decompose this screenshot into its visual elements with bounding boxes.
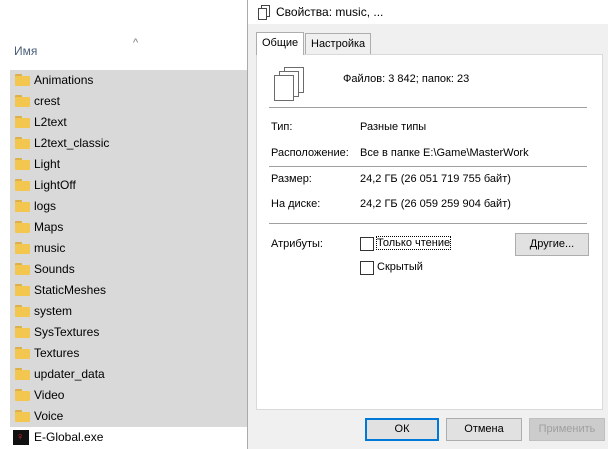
disk-size-label: На диске: [271, 198, 321, 210]
cancel-button[interactable]: Отмена [446, 418, 522, 441]
item-name: updater_data [34, 367, 105, 381]
folder-icon [15, 179, 30, 191]
tab-strip: Общие Настройка [256, 32, 601, 55]
readonly-label[interactable]: Только чтение [375, 236, 452, 250]
folder-row[interactable]: system [10, 301, 248, 322]
file-explorer: ^ Имя Animations crest L2text L2text_classi… [0, 0, 248, 449]
item-name: logs [34, 199, 57, 213]
attributes-label: Атрибуты: [271, 238, 323, 250]
item-name: Maps [34, 220, 64, 234]
item-name: Textures [34, 346, 80, 360]
folder-row[interactable]: Light [10, 154, 248, 175]
folder-row[interactable]: Textures [10, 343, 248, 364]
folder-icon [15, 137, 30, 149]
divider [269, 166, 587, 167]
folder-icon [15, 389, 30, 401]
readonly-checkbox[interactable] [360, 237, 374, 251]
folder-icon [15, 116, 30, 128]
folder-row[interactable]: L2text [10, 112, 248, 133]
location-label: Расположение: [271, 147, 349, 159]
folder-icon [15, 221, 30, 233]
folder-row[interactable]: Voice [10, 406, 248, 427]
general-panel: Файлов: 3 842; папок: 23 Тип: Разные тип… [256, 54, 603, 410]
item-name: Light [34, 157, 61, 171]
folder-row[interactable]: Sounds [10, 259, 248, 280]
other-attributes-button[interactable]: Другие... [515, 233, 589, 256]
dialog-title: Свойства: music, ... [276, 5, 384, 19]
app-icon: ♀ [13, 430, 29, 445]
folder-icon [15, 284, 30, 296]
documents-icon [258, 5, 270, 20]
folder-row[interactable]: LightOff [10, 175, 248, 196]
tab-general[interactable]: Общие [256, 32, 305, 55]
file-row[interactable]: ♀ E-Global.exe [10, 427, 248, 448]
sort-ascending-icon: ^ [133, 37, 139, 49]
properties-dialog: Свойства: music, ... Общие Настройка Фай… [247, 0, 608, 449]
ok-button[interactable]: ОК [365, 418, 439, 441]
item-name: E-Global.exe [34, 430, 104, 444]
item-name: LightOff [34, 178, 76, 192]
folder-row[interactable]: music [10, 238, 248, 259]
folder-icon [15, 410, 30, 422]
folder-row[interactable]: logs [10, 196, 248, 217]
disk-size-value: 24,2 ГБ (26 059 259 904 байт) [360, 198, 511, 210]
size-label: Размер: [271, 173, 312, 185]
item-name: StaticMeshes [34, 283, 107, 297]
folder-icon [15, 95, 30, 107]
folder-icon [15, 263, 30, 275]
folder-row[interactable]: L2text_classic [10, 133, 248, 154]
item-name: Sounds [34, 262, 75, 276]
column-header-name[interactable]: ^ Имя [0, 30, 248, 64]
folder-row[interactable]: crest [10, 91, 248, 112]
hidden-label[interactable]: Скрытый [377, 261, 423, 273]
item-name: Video [34, 388, 65, 402]
folder-icon [15, 368, 30, 380]
item-name: Animations [34, 73, 94, 87]
hidden-checkbox[interactable] [360, 261, 374, 275]
item-name: SysTextures [34, 325, 100, 339]
item-name: music [34, 241, 66, 255]
folder-icon [15, 347, 30, 359]
item-name: crest [34, 94, 61, 108]
type-label: Тип: [271, 121, 293, 133]
apply-button[interactable]: Применить [529, 418, 605, 441]
folder-icon [15, 326, 30, 338]
folder-row[interactable]: Maps [10, 217, 248, 238]
item-name: system [34, 304, 73, 318]
folder-row[interactable]: SysTextures [10, 322, 248, 343]
divider [269, 223, 587, 224]
file-count-summary: Файлов: 3 842; папок: 23 [343, 73, 470, 85]
size-value: 24,2 ГБ (26 051 719 755 байт) [360, 173, 511, 185]
item-name: L2text_classic [34, 136, 110, 150]
folder-icon [15, 158, 30, 170]
column-header-label: Имя [14, 44, 38, 58]
location-value: Все в папке E:\Game\MasterWork [360, 147, 529, 159]
tab-customize[interactable]: Настройка [305, 33, 372, 54]
file-list: Animations crest L2text L2text_classic Light… [10, 70, 248, 448]
title-bar[interactable]: Свойства: music, ... [248, 0, 608, 24]
folder-row[interactable]: updater_data [10, 364, 248, 385]
multiple-files-icon [274, 67, 304, 103]
folder-row[interactable]: StaticMeshes [10, 280, 248, 301]
folder-icon [15, 200, 30, 212]
folder-row[interactable]: Video [10, 385, 248, 406]
type-value: Разные типы [360, 121, 427, 133]
folder-icon [15, 242, 30, 254]
divider [269, 107, 587, 108]
item-name: L2text [34, 115, 67, 129]
item-name: Voice [34, 409, 64, 423]
folder-icon [15, 305, 30, 317]
folder-icon [15, 74, 30, 86]
folder-row[interactable]: Animations [10, 70, 248, 91]
